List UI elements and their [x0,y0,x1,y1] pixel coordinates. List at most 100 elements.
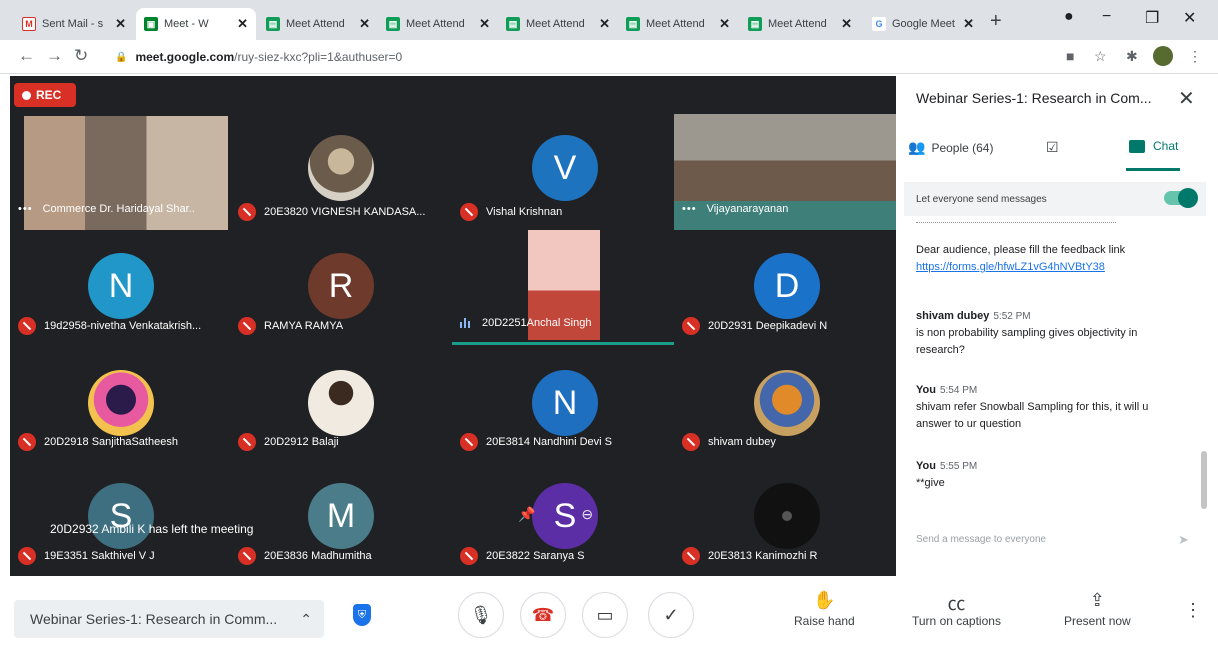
participant-name-row: 20D2918 SanjithaSatheesh [18,433,178,451]
tab-close-icon[interactable]: ✕ [841,16,852,32]
raise-hand-label: Raise hand [794,614,855,628]
participant-name: 19d2958-nivetha Venkatakrish... [44,320,202,332]
more-dots-icon[interactable]: ••• [18,203,33,215]
participant-name: Vishal Krishnan [486,206,563,218]
url-path: /ruy-siez-kxc?pli=1&authuser=0 [234,50,403,64]
participant-avatar: N [88,253,154,319]
tab-strip: M Sent Mail - s ✕ ▣ Meet - W ✕ ▤ Meet Attend ✕ ▤ M… [0,0,1218,40]
meeting-details-button[interactable]: Webinar Series-1: Research in Comm... ⌃ [14,600,324,638]
browser-tab[interactable]: ▤ Meet Attend ✕ [378,8,498,40]
participant-avatar: S [88,483,154,549]
reload-icon[interactable]: ↻ [74,46,88,66]
minimize-icon[interactable]: − [1102,8,1111,26]
chat-messages: Dear audience, please fill the feedback … [916,222,1206,512]
new-tab-button[interactable]: + [990,10,1002,33]
camera-button[interactable]: ▭ [582,592,628,638]
leave-call-button[interactable]: ☎ [520,592,566,638]
participant-photo [308,370,374,436]
tab-close-icon[interactable]: ✕ [479,16,490,32]
browser-tab[interactable]: ▤ Meet Attend ✕ [740,8,860,40]
video-grid: REC ••• Commerce Dr. Haridayal Shar.. 20E3… [10,76,896,576]
back-icon[interactable]: ← [18,46,35,66]
browser-tab[interactable]: G Google Meet ✕ [864,8,982,40]
participant-name: 20E3814 Nandhini Devi S [486,436,612,448]
tab-title: Meet - W [164,18,209,30]
camera-indicator-icon[interactable]: ■ [1066,48,1074,64]
tab-title: Meet Attend [526,18,585,30]
profile-icon[interactable]: ● [1064,8,1074,26]
participant-name: 20D2912 Balaji [264,436,339,448]
shield-icon[interactable]: ⛨ [353,604,371,626]
tab-close-icon[interactable]: ✕ [599,16,610,32]
browser-tab[interactable]: ▤ Meet Attend ✕ [618,8,738,40]
mic-button[interactable]: 🎙 [458,592,504,638]
star-icon[interactable]: ☆ [1094,48,1107,65]
captions-label: Turn on captions [912,614,1001,628]
tab-title: Sent Mail - s [42,18,104,30]
browser-toolbar: ← → ↻ 🔒 meet.google.com /ruy-siez-kxc?pl… [0,40,1218,74]
captions-button[interactable]: ㏄ Turn on captions [912,590,1001,628]
participant-name-row: 19d2958-nivetha Venkatakrish... [18,317,201,335]
attendance-extension-button[interactable]: ✓ [648,592,694,638]
message-time: 5:54 PM [939,385,978,396]
meet-favicon-icon: ▣ [144,17,158,31]
tab-close-icon[interactable]: ✕ [115,16,126,32]
tab-people[interactable]: 👥 People (64) [908,139,993,156]
participant-name: shivam dubey [708,436,776,448]
mic-off-icon [18,433,36,451]
extensions-icon[interactable]: ✱ [1126,48,1138,65]
participant-photo [308,135,374,201]
more-dots-icon[interactable]: ••• [682,203,697,215]
checkbox-icon: ☑ [1046,139,1059,155]
feedback-link[interactable]: https://forms.gle/hfwLZ1vG4hNVBtY38 [916,259,1196,276]
check-icon: ✓ [663,604,679,625]
participant-avatar: V [532,135,598,201]
send-messages-toggle[interactable] [1164,188,1198,208]
browser-tab[interactable]: ▤ Meet Attend ✕ [498,8,618,40]
participant-name-row: 20E3836 Madhumitha [238,547,372,565]
participant-name: 20E3822 Saranya S [486,550,585,562]
lock-icon: 🔒 [115,51,128,63]
browser-tab[interactable]: M Sent Mail - s ✕ [14,8,134,40]
mic-off-icon [460,203,478,221]
message-sender: shivam dubey [916,310,990,322]
close-panel-icon[interactable]: ✕ [1178,86,1195,111]
tab-close-icon[interactable]: ✕ [719,16,730,32]
participant-name: RAMYA RAMYA [264,320,344,332]
pin-icon[interactable]: 📌 [518,506,535,522]
chat-message: You 5:54 PM shivam refer Snowball Sampling… [916,382,1196,433]
participant-name-row: shivam dubey [682,433,776,451]
restore-icon[interactable]: ❐ [1145,8,1159,28]
tab-title: Meet Attend [768,18,827,30]
more-options-icon[interactable]: ⋮ [1184,600,1202,621]
browser-tab[interactable]: ▣ Meet - W ✕ [136,8,256,40]
browser-tab[interactable]: ▤ Meet Attend ✕ [258,8,378,40]
tab-title: Google Meet [892,18,955,30]
forward-icon[interactable]: → [46,46,63,66]
tab-chat-label: Chat [1153,139,1179,153]
address-bar[interactable]: 🔒 meet.google.com /ruy-siez-kxc?pli=1&au… [105,45,1075,69]
control-bar: Webinar Series-1: Research in Comm... ⌃ … [0,576,1218,648]
avatar[interactable] [1153,46,1173,66]
participant-name-row: 20E3822 Saranya S [460,547,584,565]
raise-hand-button[interactable]: ✋ Raise hand [794,590,855,628]
present-button[interactable]: ⇪ Present now [1064,590,1131,628]
chat-scrollbar[interactable] [1201,451,1207,509]
tab-close-icon[interactable]: ✕ [237,16,248,32]
send-icon[interactable]: ➤ [1178,532,1189,548]
close-window-icon[interactable]: ✕ [1183,8,1196,28]
remove-icon[interactable]: ⊖ [581,506,593,522]
message-text: is non probability sampling gives object… [916,327,1138,339]
chat-input[interactable]: Send a message to everyone [916,534,1196,545]
panel-title: Webinar Series-1: Research in Com... [916,90,1152,106]
tab-chat[interactable]: Chat [1129,139,1178,153]
participant-name-row: 20D2931 Deepikadevi N [682,317,827,335]
tab-activities[interactable]: ☑ [1046,139,1065,156]
hang-up-icon: ☎ [531,604,555,625]
menu-icon[interactable]: ⋮ [1188,48,1202,65]
tab-close-icon[interactable]: ✕ [963,16,974,32]
side-panel: Webinar Series-1: Research in Com... ✕ 👥… [896,76,1218,576]
sheet-favicon-icon: ▤ [506,17,520,31]
chat-message: shivam dubey 5:52 PM is non probability sa… [916,308,1196,359]
tab-close-icon[interactable]: ✕ [359,16,370,32]
